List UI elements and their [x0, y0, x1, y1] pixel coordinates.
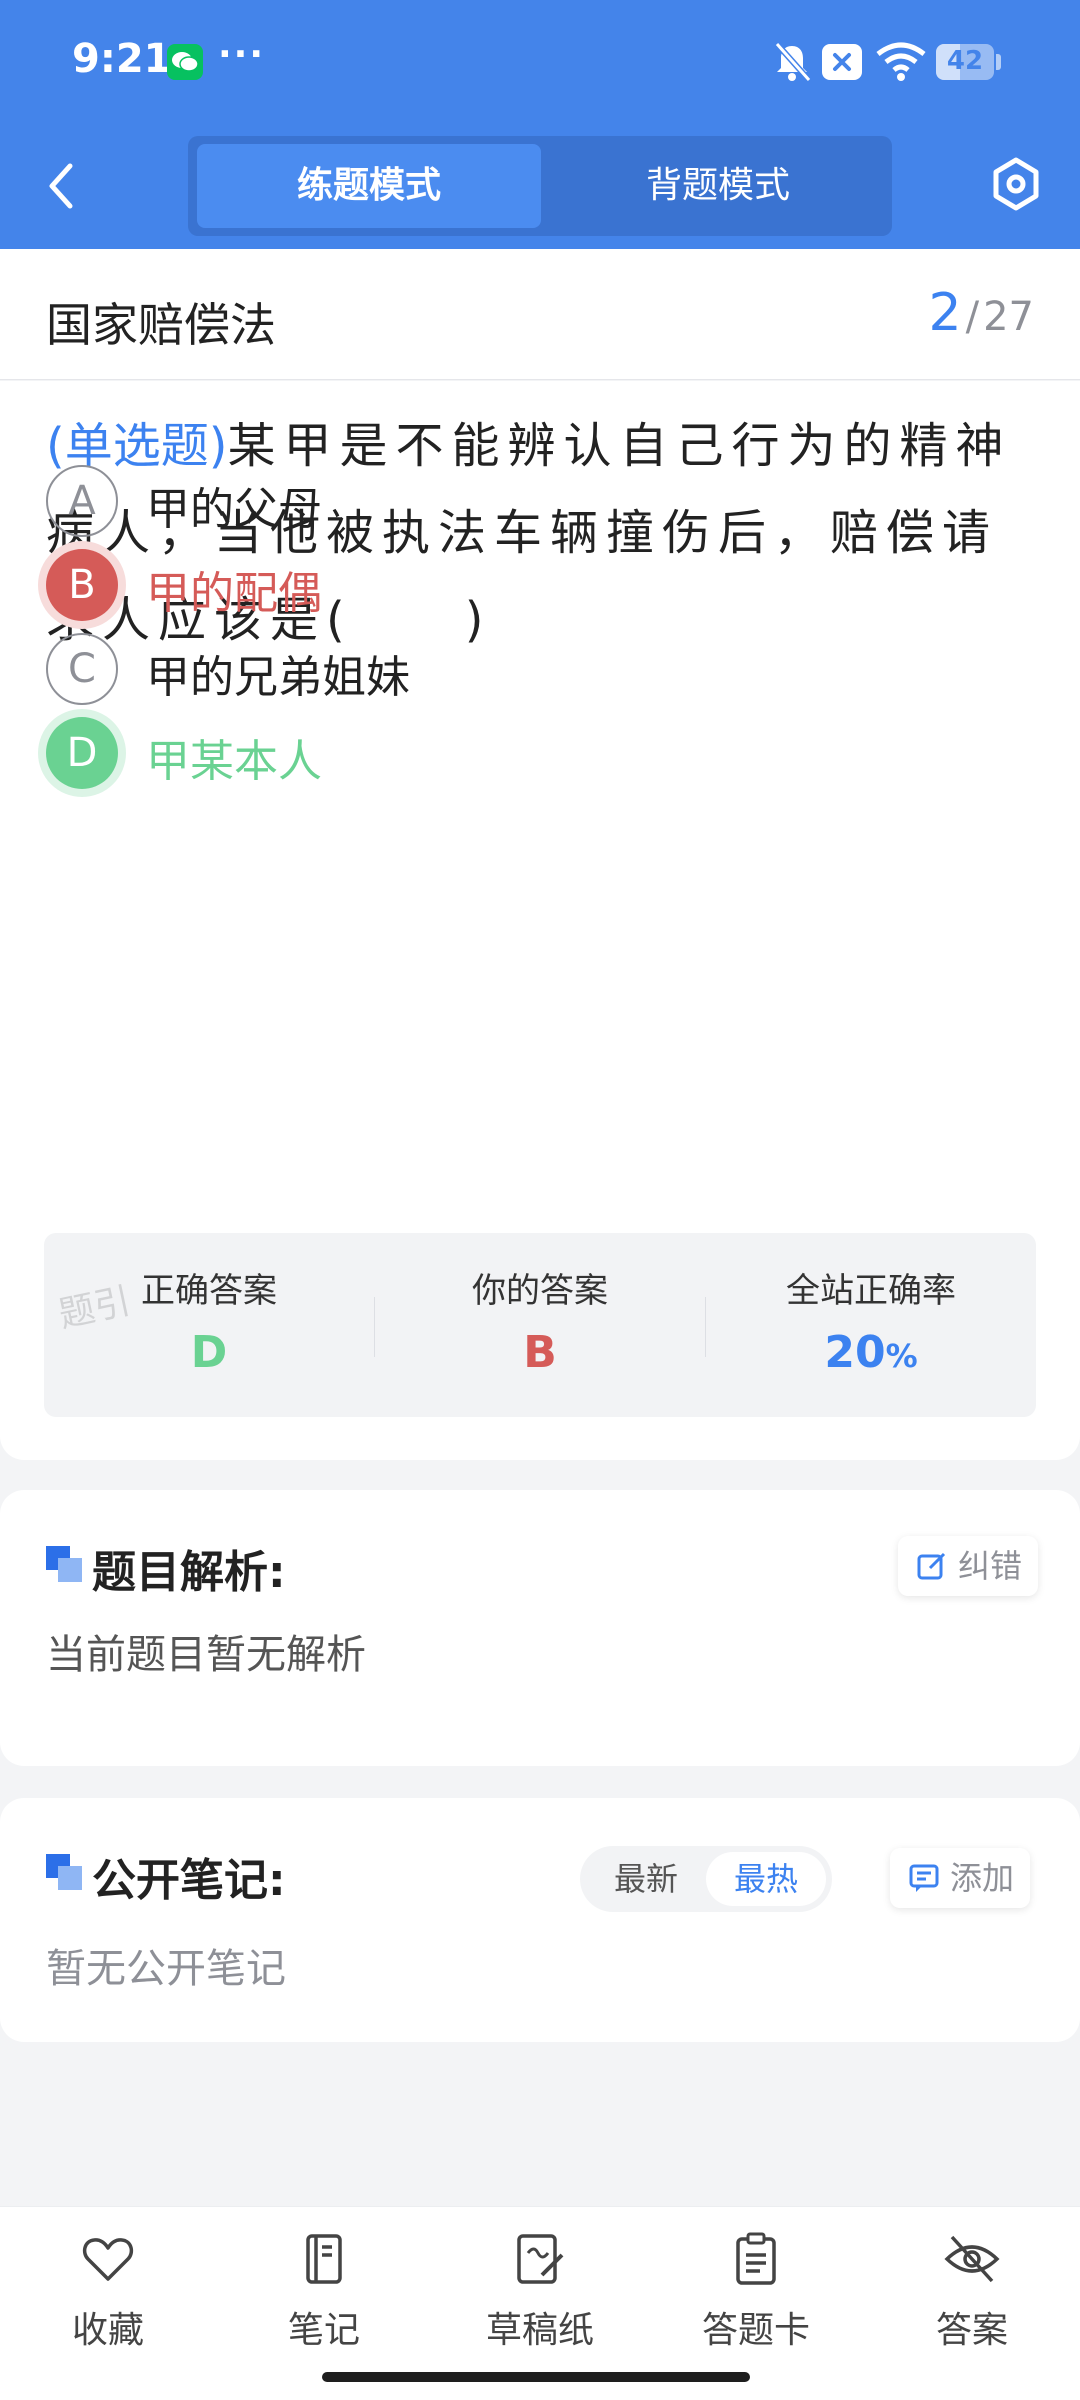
battery-level: 42 [946, 46, 984, 76]
nav-label: 笔记 [287, 2310, 360, 2351]
settings-icon[interactable] [990, 156, 1042, 216]
nav-label: 草稿纸 [485, 2310, 594, 2351]
subject-bar: 国家赔偿法 2/27 [0, 249, 1080, 380]
nav-label: 收藏 [71, 2310, 144, 2351]
nav-answer-toggle[interactable]: 答案 [892, 2231, 1052, 2361]
wechat-icon [167, 44, 203, 80]
section-icon [46, 1546, 82, 1582]
notification-close-icon [822, 44, 862, 80]
accuracy-unit: % [885, 1337, 918, 1375]
subject-title: 国家赔偿法 [46, 298, 276, 352]
option-d[interactable]: D 甲某本人 [46, 717, 1026, 791]
report-error-button[interactable]: 纠错 [898, 1536, 1039, 1596]
section-icon [46, 1854, 82, 1890]
analysis-panel: 题目解析: 纠错 当前题目暂无解析 [0, 1490, 1080, 1766]
option-letter: B [46, 549, 118, 621]
wifi-icon [876, 42, 926, 86]
option-a[interactable]: A 甲的父母 [46, 465, 1026, 539]
eye-off-icon [944, 2235, 1000, 2283]
home-indicator[interactable] [322, 2372, 750, 2382]
accuracy-number: 20 [824, 1327, 886, 1378]
question-card: (单选题)某甲是不能辨认自己行为的精神病人，当他被执法车辆撞伤后，赔偿请求人应该… [0, 381, 1080, 1460]
option-text: 甲某本人 [146, 736, 322, 787]
bell-off-icon [771, 40, 813, 88]
status-bar: 9:21 ··· 42 [0, 0, 1080, 125]
add-note-label: 添加 [950, 1859, 1015, 1897]
report-error-label: 纠错 [958, 1547, 1023, 1585]
option-text: 甲的父母 [146, 484, 322, 535]
stat-correct-answer: 正确答案 D [44, 1233, 374, 1417]
option-text: 甲的配偶 [146, 568, 322, 619]
tab-memorize-mode[interactable]: 背题模式 [546, 144, 890, 228]
option-b[interactable]: B 甲的配偶 [46, 549, 1026, 623]
option-letter: A [46, 465, 118, 537]
stat-value: D [190, 1327, 228, 1378]
analysis-body: 当前题目暂无解析 [46, 1632, 366, 1678]
option-c[interactable]: C 甲的兄弟姐妹 [46, 633, 1026, 707]
heart-icon [82, 2238, 134, 2281]
app-header: 9:21 ··· 42 练题模式 背题模式 [0, 0, 1080, 249]
tab-practice-mode[interactable]: 练题模式 [197, 144, 541, 228]
battery-tip [996, 54, 1001, 70]
nav-notes[interactable]: 笔记 [244, 2231, 404, 2361]
stat-accuracy: 全站正确率 20% [706, 1233, 1036, 1417]
back-arrow-icon[interactable] [44, 160, 80, 216]
nav-label: 答案 [935, 2310, 1008, 2351]
notes-body: 暂无公开笔记 [46, 1946, 286, 1992]
stat-value: 20% [706, 1327, 1036, 1378]
counter-separator: / [965, 294, 980, 340]
counter-total: 27 [983, 294, 1034, 340]
option-letter: D [46, 717, 118, 789]
nav-answer-card[interactable]: 答题卡 [676, 2231, 836, 2361]
stat-value: B [523, 1327, 557, 1378]
more-notifications-icon: ··· [218, 34, 266, 75]
battery-indicator: 42 [936, 44, 994, 80]
nav-label: 答题卡 [701, 2310, 810, 2351]
option-text: 甲的兄弟姐妹 [146, 652, 410, 703]
notes-title: 公开笔记: [92, 1855, 286, 1906]
counter-current: 2 [928, 283, 962, 343]
sort-hottest[interactable]: 最热 [706, 1852, 826, 1906]
option-letter: C [46, 633, 118, 705]
scratchpad-icon [517, 2234, 564, 2284]
stat-your-answer: 你的答案 B [375, 1233, 705, 1417]
nav-favorite[interactable]: 收藏 [28, 2231, 188, 2361]
analysis-title: 题目解析: [92, 1547, 286, 1598]
status-time: 9:21 [72, 36, 172, 82]
notes-panel: 公开笔记: 最新 最热 添加 暂无公开笔记 [0, 1798, 1080, 2042]
answer-card-icon [736, 2232, 776, 2285]
notes-sort-toggle: 最新 最热 [580, 1846, 832, 1912]
nav-scratchpad[interactable]: 草稿纸 [460, 2231, 620, 2361]
sort-latest[interactable]: 最新 [586, 1852, 706, 1906]
question-counter: 2/27 [929, 283, 1034, 343]
bottom-nav: 收藏 笔记 草稿纸 答题卡 答案 [0, 2206, 1080, 2400]
stat-label: 正确答案 [141, 1271, 277, 1311]
notebook-icon [306, 2234, 342, 2284]
stat-label: 全站正确率 [786, 1271, 956, 1311]
add-note-button[interactable]: 添加 [890, 1848, 1031, 1908]
stat-label: 你的答案 [472, 1271, 608, 1311]
answer-stats: 题引 正确答案 D 你的答案 B 全站正确率 20% [44, 1233, 1036, 1417]
mode-switch: 练题模式 背题模式 [188, 136, 892, 236]
